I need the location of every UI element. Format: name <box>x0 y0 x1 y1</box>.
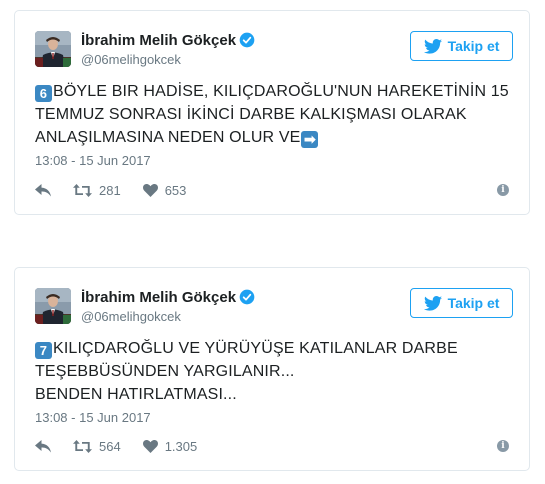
twitter-bird-icon <box>423 295 442 311</box>
author-name[interactable]: İbrahim Melih Gökçek <box>81 32 255 49</box>
tweet-text-line: ANLAŞILMASINA NEDEN OLUR VE ➡ <box>35 126 515 149</box>
retweet-icon <box>73 184 92 197</box>
author-name[interactable]: İbrahim Melih Gökçek <box>81 289 255 306</box>
tweet-text: 6 BÖYLE BIR HADİSE, KILIÇDAROĞLU'NUN HARE… <box>35 80 515 149</box>
tweet-text-line: 6 BÖYLE BIR HADİSE, KILIÇDAROĞLU'NUN HARE… <box>35 80 515 103</box>
follow-button-label: Takip et <box>447 38 500 54</box>
verified-badge-icon <box>239 32 255 48</box>
tweet-actions: 564 1.305 <box>35 439 197 454</box>
keycap-number-emoji: 6 <box>35 85 52 102</box>
follow-button[interactable]: Takip et <box>410 288 513 318</box>
tweet-text-segment: KILIÇDAROĞLU VE YÜRÜYÜŞE KATILANLAR DARB… <box>53 340 458 357</box>
reply-icon <box>35 184 51 197</box>
tweet-text-segment: ANLAŞILMASINA NEDEN OLUR VE <box>35 129 301 146</box>
reply-button[interactable] <box>35 440 51 453</box>
tweet-text-line: 7 KILIÇDAROĞLU VE YÜRÜYÜŞE KATILANLAR DAR… <box>35 337 515 360</box>
author-handle[interactable]: @06melihgokcek <box>81 309 181 324</box>
retweet-count: 564 <box>99 439 121 454</box>
author-handle[interactable]: @06melihgokcek <box>81 52 181 67</box>
tweet-text: 7 KILIÇDAROĞLU VE YÜRÜYÜŞE KATILANLAR DAR… <box>35 337 515 406</box>
reply-icon <box>35 440 51 453</box>
tweet-text-line: TEMMUZ SONRASI İKİNCİ DARBE KALKIŞMASI O… <box>35 106 467 123</box>
retweet-icon <box>73 440 92 453</box>
like-count: 653 <box>164 183 187 198</box>
tweet-text-segment: BÖYLE BIR HADİSE, KILIÇDAROĞLU'NUN HAREK… <box>53 83 509 100</box>
reply-button[interactable] <box>35 184 51 197</box>
author-name-text: İbrahim Melih Gökçek <box>81 289 237 306</box>
follow-button-label: Takip et <box>447 295 500 311</box>
right-arrow-emoji: ➡ <box>301 131 319 148</box>
avatar[interactable] <box>35 288 71 324</box>
info-icon[interactable]: i <box>497 184 509 196</box>
like-count: 1.305 <box>164 439 198 454</box>
follow-button[interactable]: Takip et <box>410 31 513 61</box>
avatar[interactable] <box>35 31 71 67</box>
keycap-number-emoji: 7 <box>35 342 52 359</box>
retweet-button[interactable]: 281 <box>73 183 121 198</box>
retweet-button[interactable]: 564 <box>73 439 121 454</box>
tweet-text-line: BENDEN HATIRLATMASI... <box>35 386 237 403</box>
tweet-timestamp[interactable]: 13:08 - 15 Jun 2017 <box>35 410 151 425</box>
heart-icon <box>142 440 158 453</box>
tweet-card: İbrahim Melih Gökçek @06melihgokcek Taki… <box>14 10 530 215</box>
twitter-bird-icon <box>423 38 442 54</box>
heart-icon <box>142 184 158 197</box>
tweet-actions: 281 653 <box>35 183 186 198</box>
like-button[interactable]: 1.305 <box>142 439 198 454</box>
tweet-timestamp[interactable]: 13:08 - 15 Jun 2017 <box>35 153 151 168</box>
verified-badge-icon <box>239 289 255 305</box>
like-button[interactable]: 653 <box>142 183 187 198</box>
tweet-text-line: TEŞEBBÜSÜNDEN YARGILANIR... <box>35 363 295 380</box>
info-icon[interactable]: i <box>497 440 509 452</box>
author-name-text: İbrahim Melih Gökçek <box>81 32 237 49</box>
retweet-count: 281 <box>99 183 121 198</box>
tweet-card: İbrahim Melih Gökçek @06melihgokcek Taki… <box>14 267 530 471</box>
